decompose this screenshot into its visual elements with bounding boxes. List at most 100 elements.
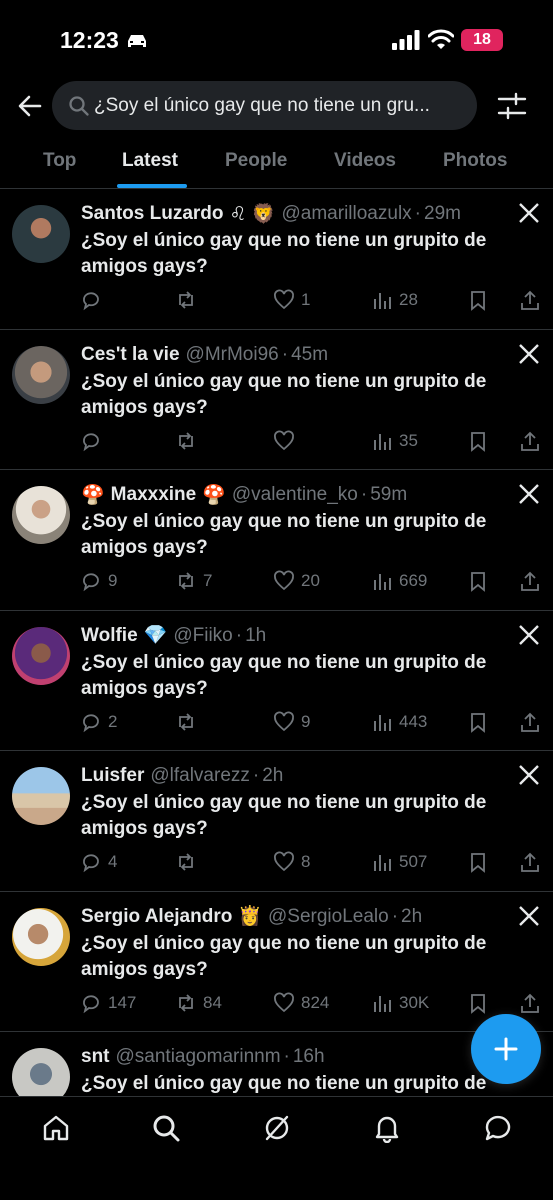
- tweet-author-handle[interactable]: @Fiiko: [173, 625, 232, 647]
- share-button[interactable]: [519, 429, 541, 453]
- share-button[interactable]: [519, 710, 541, 734]
- search-input[interactable]: ¿Soy el único gay que no tiene un gru...: [52, 81, 477, 130]
- tweet-author-name[interactable]: Wolfie: [81, 625, 138, 647]
- bookmark-button[interactable]: [467, 288, 489, 312]
- tweet-author-handle[interactable]: @valentine_ko: [232, 484, 358, 506]
- views-button[interactable]: 507: [371, 850, 427, 874]
- search-icon[interactable]: [151, 1113, 181, 1143]
- views-button[interactable]: 35: [371, 429, 418, 453]
- tweet-author-name[interactable]: snt: [81, 1046, 110, 1068]
- avatar[interactable]: [12, 1048, 70, 1096]
- views-button[interactable]: 443: [371, 710, 427, 734]
- views-button[interactable]: 28: [371, 288, 418, 312]
- compose-button[interactable]: [471, 1014, 541, 1084]
- avatar[interactable]: [12, 767, 70, 825]
- tweet-time: 16h: [292, 1046, 325, 1067]
- tweet[interactable]: Luisfer @lfalvarezz · 2h ¿Soy el único g…: [0, 751, 553, 892]
- tweet[interactable]: snt @santiagomarinnm · 16h ¿Soy el único…: [0, 1032, 553, 1096]
- repost-icon: [179, 853, 193, 871]
- heart-icon: [274, 430, 294, 450]
- share-icon: [521, 852, 539, 872]
- tweet-text: ¿Soy el único gay que no tiene un grupit…: [81, 651, 487, 699]
- tweet-actions: 9 7 20 669: [80, 569, 543, 593]
- tweet-actions: 2 9 443: [80, 710, 543, 734]
- share-button[interactable]: [519, 850, 541, 874]
- reply-button[interactable]: 9: [80, 569, 117, 593]
- share-button[interactable]: [519, 991, 541, 1015]
- tweet-text: ¿Soy el único gay que no tiene un grupit…: [81, 792, 487, 839]
- tweet[interactable]: Ces't la vie @MrMoi96 · 45m ¿Soy el únic…: [0, 330, 553, 470]
- author-emojis: 👸: [238, 906, 262, 927]
- tweet-author-name[interactable]: Maxxxine: [111, 484, 197, 506]
- tab-videos[interactable]: Videos: [334, 150, 396, 172]
- repost-icon: [179, 291, 193, 309]
- bookmark-icon: [471, 853, 485, 873]
- like-button[interactable]: 9: [273, 710, 310, 734]
- sliders-icon[interactable]: [496, 91, 528, 121]
- bookmark-button[interactable]: [467, 710, 489, 734]
- repost-button[interactable]: [175, 710, 203, 734]
- arrow-left-icon[interactable]: [14, 90, 46, 122]
- views-button[interactable]: 669: [371, 569, 427, 593]
- tweet-author-name[interactable]: Santos Luzardo: [81, 203, 224, 225]
- tweet[interactable]: 🍄 Maxxxine 🍄 @valentine_ko · 59m ¿Soy el…: [0, 470, 553, 611]
- repost-button[interactable]: [175, 288, 203, 312]
- tweet-author-handle[interactable]: @santiagomarinnm: [116, 1046, 281, 1068]
- tab-photos[interactable]: Photos: [443, 150, 507, 172]
- tweet-author-handle[interactable]: @MrMoi96: [186, 344, 279, 366]
- bell-icon[interactable]: [372, 1113, 402, 1143]
- share-icon: [521, 431, 539, 451]
- tweet-actions: 4 8 507: [80, 850, 543, 874]
- share-button[interactable]: [519, 569, 541, 593]
- like-button[interactable]: [273, 429, 301, 453]
- avatar[interactable]: [12, 205, 70, 263]
- avatar[interactable]: [12, 345, 70, 404]
- avatar[interactable]: [12, 907, 70, 966]
- status-time: 12:23: [60, 27, 119, 53]
- repost-button[interactable]: [175, 850, 203, 874]
- views-button[interactable]: 30K: [371, 991, 429, 1015]
- like-button[interactable]: 824: [273, 991, 329, 1015]
- bookmark-button[interactable]: [467, 429, 489, 453]
- tab-people[interactable]: People: [225, 150, 287, 172]
- tweet-author-name[interactable]: Ces't la vie: [81, 344, 180, 366]
- tweet-time: 2h: [401, 905, 423, 927]
- tweet[interactable]: Sergio Alejandro 👸 @SergioLealo · 2h ¿So…: [0, 892, 553, 1032]
- active-tab-indicator: [117, 184, 187, 188]
- grok-icon[interactable]: [262, 1113, 292, 1143]
- reply-button[interactable]: 2: [80, 710, 117, 734]
- reply-button[interactable]: 147: [80, 991, 136, 1015]
- tweet-author-handle[interactable]: @amarilloazulx: [282, 203, 412, 225]
- reply-button[interactable]: 4: [80, 850, 117, 874]
- bookmark-button[interactable]: [467, 991, 489, 1015]
- reply-icon: [83, 573, 99, 592]
- bookmark-button[interactable]: [467, 569, 489, 593]
- repost-button[interactable]: 7: [175, 569, 212, 593]
- views-icon: [374, 293, 391, 309]
- repost-button[interactable]: [175, 429, 203, 453]
- author-emojis: ♌ 🦁: [229, 203, 276, 225]
- reply-button[interactable]: [80, 288, 108, 312]
- like-button[interactable]: 8: [273, 850, 310, 874]
- messages-icon[interactable]: [483, 1113, 513, 1143]
- tweet-author-name[interactable]: Sergio Alejandro: [81, 906, 232, 928]
- avatar[interactable]: [12, 486, 70, 544]
- like-button[interactable]: 20: [273, 569, 320, 593]
- tweet[interactable]: Santos Luzardo ♌ 🦁 @amarilloazulx · 29m …: [0, 189, 553, 330]
- home-icon[interactable]: [41, 1113, 71, 1143]
- share-button[interactable]: [519, 288, 541, 312]
- tweet-author-name[interactable]: Luisfer: [81, 765, 144, 787]
- tweet-author-handle[interactable]: @SergioLealo: [268, 906, 389, 928]
- tab-top[interactable]: Top: [43, 150, 76, 172]
- heart-icon: [274, 992, 294, 1012]
- bookmark-icon: [471, 993, 485, 1014]
- repost-button[interactable]: 84: [175, 991, 222, 1015]
- reply-button[interactable]: [80, 429, 108, 453]
- bookmark-button[interactable]: [467, 850, 489, 874]
- like-button[interactable]: 1: [273, 288, 310, 312]
- avatar[interactable]: [12, 626, 70, 685]
- tweet[interactable]: Wolfie 💎 @Fiiko · 1h ¿Soy el único gay q…: [0, 611, 553, 751]
- tweet-author-handle[interactable]: @lfalvarezz: [150, 765, 250, 787]
- tweet-actions: 1 28: [80, 288, 543, 312]
- tab-latest[interactable]: Latest: [122, 150, 178, 172]
